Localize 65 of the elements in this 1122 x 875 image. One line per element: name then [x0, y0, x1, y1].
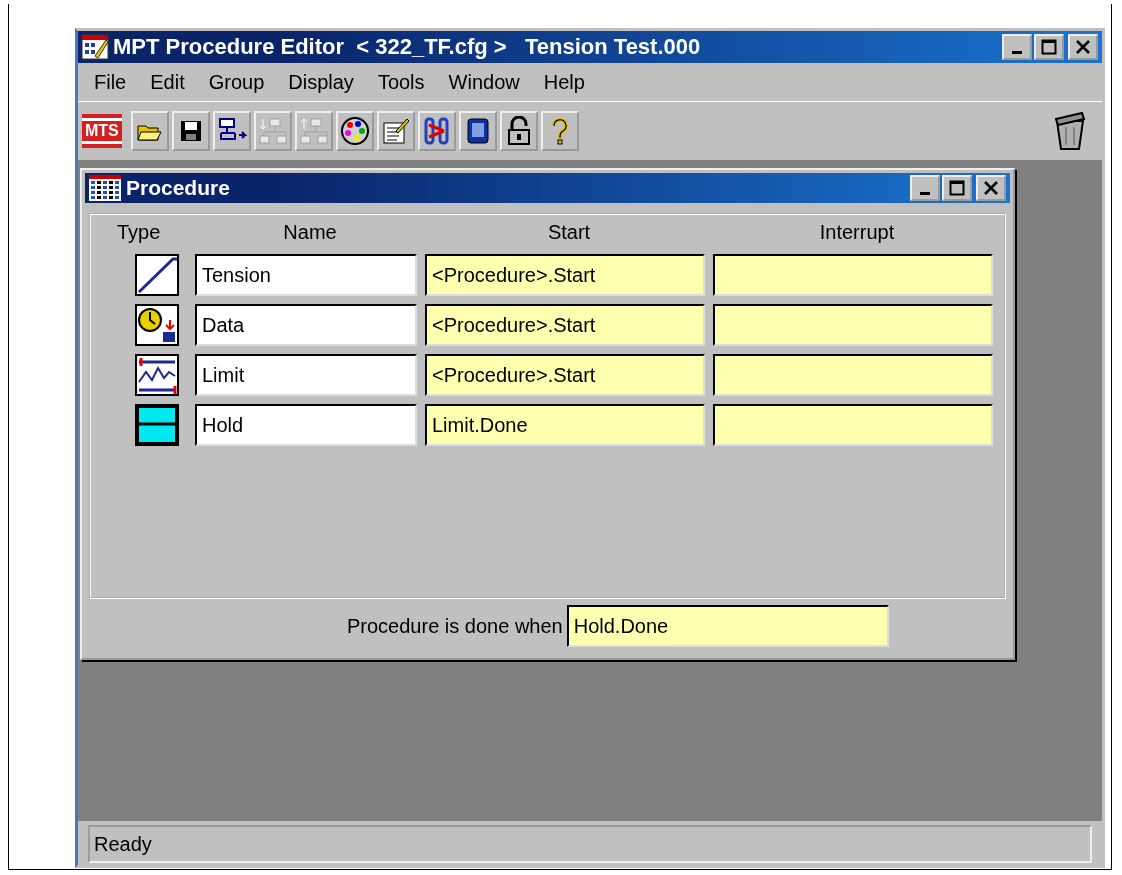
minimize-icon — [920, 191, 930, 195]
toolbar-button[interactable] — [212, 111, 251, 151]
window-title: MPT Procedure Editor < 322_TF.cfg > Tension Test.000 — [113, 34, 702, 60]
name-field[interactable]: Data — [195, 304, 417, 346]
start-field[interactable]: <Procedure>.Start — [425, 354, 705, 396]
close-icon — [983, 180, 999, 196]
status-bar: Ready — [88, 825, 1092, 863]
toolbar-button[interactable] — [417, 111, 456, 151]
column-header: Name — [282, 221, 338, 245]
toolbar-button[interactable] — [335, 111, 374, 151]
menu-item[interactable]: File — [82, 70, 139, 94]
interrupt-field[interactable] — [713, 354, 993, 396]
toolbar-button[interactable] — [376, 111, 415, 151]
toolbar-button[interactable] — [458, 111, 497, 151]
palette-icon — [339, 116, 370, 146]
menu-item[interactable]: Help — [531, 70, 597, 94]
chain-link-icon — [423, 117, 450, 145]
limit-chart-icon — [135, 354, 179, 396]
maximize-button[interactable] — [1034, 34, 1064, 60]
clock-data-icon — [135, 304, 179, 346]
app-icon — [81, 34, 109, 60]
interrupt-field[interactable] — [713, 254, 993, 296]
document-pencil-icon — [381, 117, 410, 145]
help-icon — [549, 117, 570, 145]
padlock-icon — [506, 116, 531, 146]
flowchart-icon — [298, 117, 329, 145]
column-header: Interrupt — [818, 221, 896, 245]
minimize-button[interactable] — [1002, 34, 1032, 60]
grid-icon — [88, 174, 122, 202]
name-field[interactable]: Limit — [195, 354, 417, 396]
trash-can-icon[interactable] — [1054, 111, 1086, 151]
column-header: Type — [116, 221, 162, 245]
close-button[interactable] — [976, 175, 1006, 201]
device-icon — [465, 117, 490, 145]
minimize-icon — [1012, 50, 1022, 54]
window-title: Procedure — [126, 176, 231, 200]
close-button[interactable] — [1068, 34, 1098, 60]
maximize-icon — [1041, 39, 1057, 55]
start-field[interactable]: <Procedure>.Start — [425, 254, 705, 296]
interrupt-field[interactable] — [713, 404, 993, 446]
toolbar-button[interactable] — [130, 111, 169, 151]
name-field[interactable]: Hold — [195, 404, 417, 446]
interrupt-field[interactable] — [713, 304, 993, 346]
start-field[interactable]: <Procedure>.Start — [425, 304, 705, 346]
menu-item[interactable]: Tools — [365, 70, 437, 94]
done-field[interactable]: Hold.Done — [566, 605, 889, 647]
toolbar-button[interactable] — [171, 111, 210, 151]
toolbar-button[interactable] — [540, 111, 579, 151]
menu-item[interactable]: Edit — [138, 70, 197, 94]
maximize-button[interactable] — [942, 175, 972, 201]
toolbar-button[interactable] — [499, 111, 538, 151]
minimize-button[interactable] — [910, 175, 940, 201]
menu-item[interactable]: Window — [436, 70, 532, 94]
logo: MTS — [82, 114, 122, 148]
ramp-icon — [135, 254, 179, 296]
name-field[interactable]: Tension — [195, 254, 417, 296]
menu-item[interactable]: Display — [276, 70, 366, 94]
close-icon — [1075, 39, 1091, 55]
column-header: Start — [546, 221, 592, 245]
done-label: Procedure is done when — [347, 614, 563, 638]
flowchart-icon — [257, 117, 288, 145]
hold-icon — [135, 404, 179, 446]
menu-item[interactable]: Group — [196, 70, 277, 94]
start-field[interactable]: Limit.Done — [425, 404, 705, 446]
maximize-icon — [949, 180, 965, 196]
